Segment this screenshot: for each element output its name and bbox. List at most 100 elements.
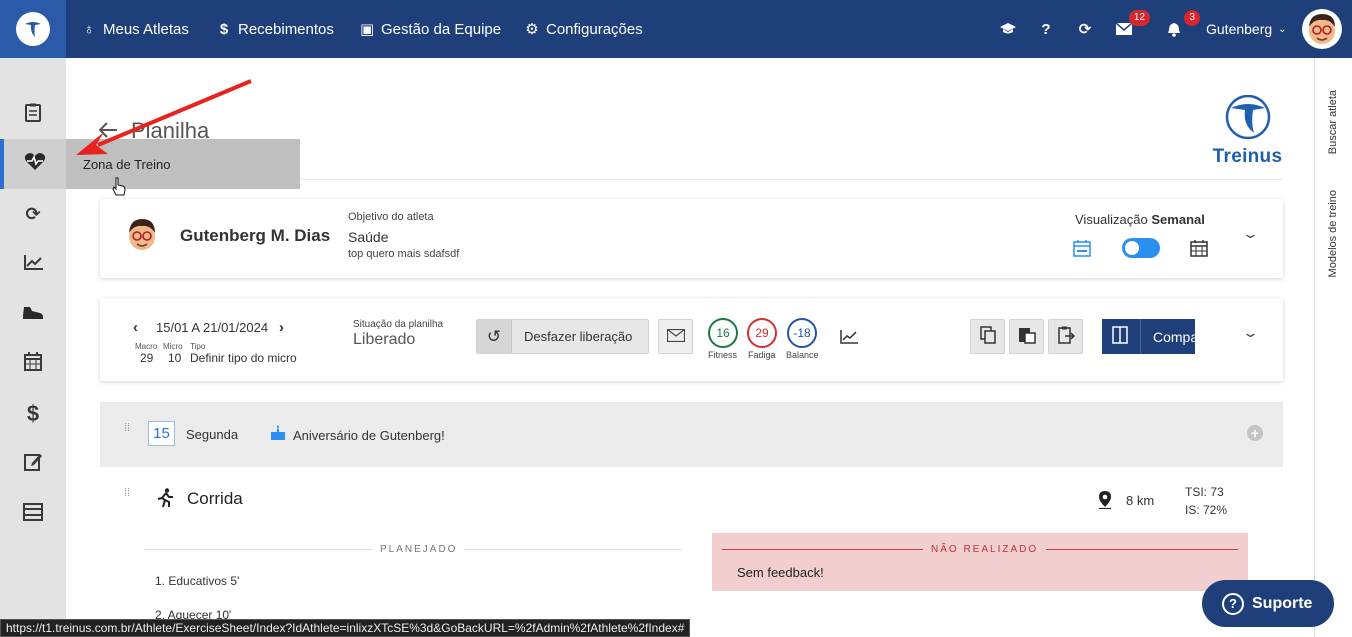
macro-value: 29 — [140, 351, 154, 365]
email-button[interactable] — [658, 319, 693, 354]
tipo-value[interactable]: Definir tipo do micro — [190, 351, 297, 365]
top-navbar: ♁ Meus Atletas $ Recebimentos ▣ Gestão d… — [0, 0, 1352, 58]
status-label: Situação da planilha — [353, 319, 444, 330]
chevron-down-icon[interactable]: ⌄ — [1242, 325, 1259, 341]
micro-label: Micro — [163, 342, 183, 351]
cycle-icon: ⟳ — [25, 203, 41, 224]
not-done-header: NÃO REALIZADO — [923, 544, 1047, 555]
hand-cursor-icon — [111, 177, 127, 202]
chevron-down-icon[interactable]: ⌄ — [1242, 226, 1259, 242]
sidebar-item-calendario[interactable] — [0, 339, 66, 389]
support-label: Suporte — [1252, 594, 1313, 612]
map-marker-icon — [1098, 490, 1112, 514]
graduation-cap-icon[interactable] — [996, 17, 1020, 41]
nav-label: Recebimentos — [238, 20, 334, 38]
birthday-cake-icon — [270, 424, 286, 446]
notifications-badge: 3 — [1184, 10, 1200, 26]
app-logo[interactable] — [0, 0, 66, 58]
sidebar-item-graficos[interactable] — [0, 239, 66, 289]
view-label: Visualização — [1075, 212, 1148, 227]
fadiga-indicator: 29 — [747, 318, 777, 348]
drag-handle-icon[interactable]: ⁞⁞ — [124, 488, 130, 499]
undo-icon: ↺ — [477, 320, 512, 353]
workout-tsi: TSI: 73 — [1185, 485, 1224, 499]
view-mode-toggle[interactable] — [1122, 238, 1160, 258]
sidebar-item-financeiro[interactable]: $ — [0, 389, 66, 439]
objective-value: Saúde — [348, 229, 389, 245]
undo-release-label: Desfazer liberação — [524, 329, 633, 344]
user-menu[interactable]: Gutenberg ⌄ — [1206, 0, 1287, 58]
athlete-name[interactable]: Gutenberg M. Dias — [180, 226, 330, 246]
sidebar-item-calcados[interactable] — [0, 289, 66, 339]
view-mode-value: Semanal — [1151, 212, 1205, 227]
objective-note: top quero mais sdafsdf — [348, 248, 460, 260]
athlete-avatar — [124, 216, 160, 259]
objective-label: Objetivo do atleta — [348, 211, 434, 223]
tipo-label: Tipo — [190, 342, 206, 351]
planned-header: PLANEJADO — [372, 544, 466, 555]
nav-configuracoes[interactable]: ⚙ Configurações — [525, 0, 643, 58]
chevron-left-icon[interactable]: ‹ — [133, 319, 138, 336]
chevron-right-icon[interactable]: › — [279, 319, 284, 336]
plus-circle-icon[interactable]: + — [1247, 425, 1263, 441]
sidebar: ⟳ $ — [0, 58, 66, 637]
columns-icon — [1112, 326, 1128, 347]
sidebar-item-zona-treino[interactable] — [0, 139, 66, 189]
feedback-text: Sem feedback! — [737, 565, 824, 580]
line-chart-icon — [23, 254, 43, 275]
micro-value: 10 — [168, 351, 182, 365]
compare-label: Comparar — [1140, 319, 1215, 354]
bell-icon[interactable]: 3 — [1162, 10, 1200, 41]
day-weekday: Segunda — [186, 427, 239, 442]
sidebar-item-avaliacoes[interactable] — [0, 439, 66, 489]
messages-badge: 12 — [1128, 10, 1150, 26]
search-athlete-tab[interactable]: Buscar atleta — [1327, 90, 1339, 154]
birthday-label: Aniversário de Gutenberg! — [293, 428, 445, 443]
right-panel: Buscar atleta Modelos de treino — [1314, 58, 1352, 637]
support-button[interactable]: ? Suporte — [1202, 580, 1334, 627]
balance-label: Balance — [786, 350, 819, 360]
mail-icon[interactable]: 12 — [1112, 10, 1150, 41]
status-url: https://t1.treinus.com.br/Athlete/Exerci… — [0, 619, 691, 637]
compare-button[interactable]: Comparar — [1102, 319, 1215, 354]
drag-handle-icon[interactable]: ⁞⁞ — [124, 423, 130, 434]
fadiga-label: Fadiga — [748, 350, 776, 360]
help-icon[interactable]: ? — [1034, 17, 1058, 41]
balance-indicator: -18 — [787, 318, 817, 348]
calendar-week-icon[interactable] — [1073, 239, 1091, 262]
workout-is: IS: 72% — [1185, 503, 1228, 517]
envelope-icon — [666, 328, 685, 345]
workout-sport[interactable]: Corrida — [187, 489, 243, 509]
nav-label: Gestão da Equipe — [381, 20, 502, 38]
paste-button[interactable] — [1009, 319, 1044, 354]
brand-logo: Treinus — [1205, 94, 1290, 168]
nav-recebimentos[interactable]: $ Recebimentos — [217, 0, 334, 58]
id-card-icon: ▣ — [360, 21, 375, 38]
sidebar-item-provas[interactable] — [0, 489, 66, 539]
trend-chart-icon[interactable] — [840, 330, 858, 349]
sync-icon[interactable]: ⟳ — [1073, 17, 1097, 41]
dollar-icon: $ — [26, 401, 40, 426]
nav-gestao-equipe[interactable]: ▣ Gestão da Equipe — [360, 0, 501, 58]
undo-release-button[interactable]: ↺ Desfazer liberação — [476, 319, 649, 354]
gears-icon: ⚙ — [525, 21, 539, 38]
treinus-logo-icon — [16, 12, 50, 46]
nav-meus-atletas[interactable]: ♁ Meus Atletas — [82, 0, 189, 58]
feedback-box — [712, 533, 1248, 591]
planned-item: 1. Educativos 5' — [155, 574, 240, 588]
avatar[interactable] — [1302, 9, 1342, 49]
calendar-month-icon[interactable] — [1190, 239, 1208, 262]
clipboard-transfer-icon — [1057, 326, 1075, 347]
clipboard-icon — [25, 103, 41, 127]
copy-icon — [979, 326, 996, 347]
nav-label: Configurações — [546, 20, 643, 38]
paste-special-button[interactable] — [1048, 319, 1083, 354]
calendar-icon — [24, 352, 42, 376]
sidebar-item-planilha[interactable] — [0, 90, 66, 140]
nav-label: Meus Atletas — [103, 20, 189, 38]
medal-icon: ♁ — [83, 20, 95, 38]
workout-models-tab[interactable]: Modelos de treino — [1327, 190, 1339, 277]
status-value: Liberado — [353, 331, 416, 348]
sidebar-item-ciclos[interactable]: ⟳ — [0, 189, 66, 239]
copy-button[interactable] — [970, 319, 1005, 354]
